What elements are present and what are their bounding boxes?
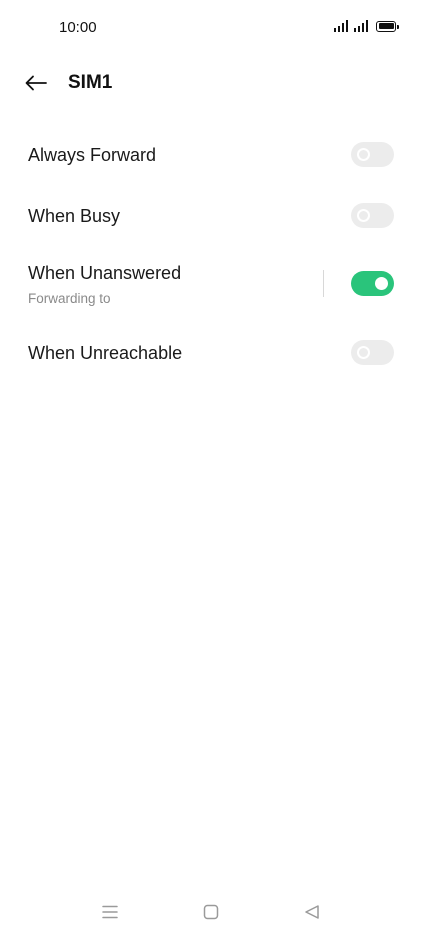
toggle-knob	[357, 209, 370, 222]
when-unanswered-row[interactable]: When Unanswered Forwarding to	[0, 250, 422, 320]
navigation-bar	[0, 887, 422, 937]
when-busy-row[interactable]: When Busy	[0, 190, 422, 240]
when-unanswered-label: When Unanswered	[28, 263, 182, 283]
recent-apps-button[interactable]	[96, 899, 124, 925]
when-busy-label: When Busy	[28, 206, 121, 226]
when-unanswered-subtitle: Forwarding to	[28, 291, 111, 306]
battery-icon	[376, 20, 399, 32]
toggle-knob	[357, 148, 370, 161]
always-forward-toggle[interactable]	[351, 142, 394, 167]
page-title: SIM1	[68, 72, 113, 93]
when-unreachable-row[interactable]: When Unreachable	[0, 328, 422, 378]
status-bar: 10:00	[0, 0, 422, 56]
header: SIM1	[0, 60, 422, 106]
when-unreachable-toggle[interactable]	[351, 340, 394, 365]
menu-icon	[102, 905, 118, 919]
status-icons	[334, 20, 399, 32]
signal-icon	[334, 20, 348, 32]
arrow-left-icon	[25, 75, 47, 91]
status-time: 10:00	[59, 19, 97, 36]
always-forward-label: Always Forward	[28, 145, 157, 165]
row-divider	[323, 270, 324, 297]
back-triangle-icon	[305, 905, 319, 919]
when-unreachable-label: When Unreachable	[28, 343, 183, 363]
home-button[interactable]	[197, 899, 225, 925]
toggle-knob	[357, 346, 370, 359]
toggle-knob	[375, 277, 388, 290]
signal-icon	[354, 20, 368, 32]
call-forwarding-screen: 10:00 SIM1 Always Forward When Busy When…	[0, 0, 422, 937]
home-icon	[203, 904, 219, 920]
back-button[interactable]	[18, 66, 54, 100]
when-busy-toggle[interactable]	[351, 203, 394, 228]
when-unanswered-toggle[interactable]	[351, 271, 394, 296]
always-forward-row[interactable]: Always Forward	[0, 130, 422, 180]
nav-back-button[interactable]	[298, 899, 326, 925]
